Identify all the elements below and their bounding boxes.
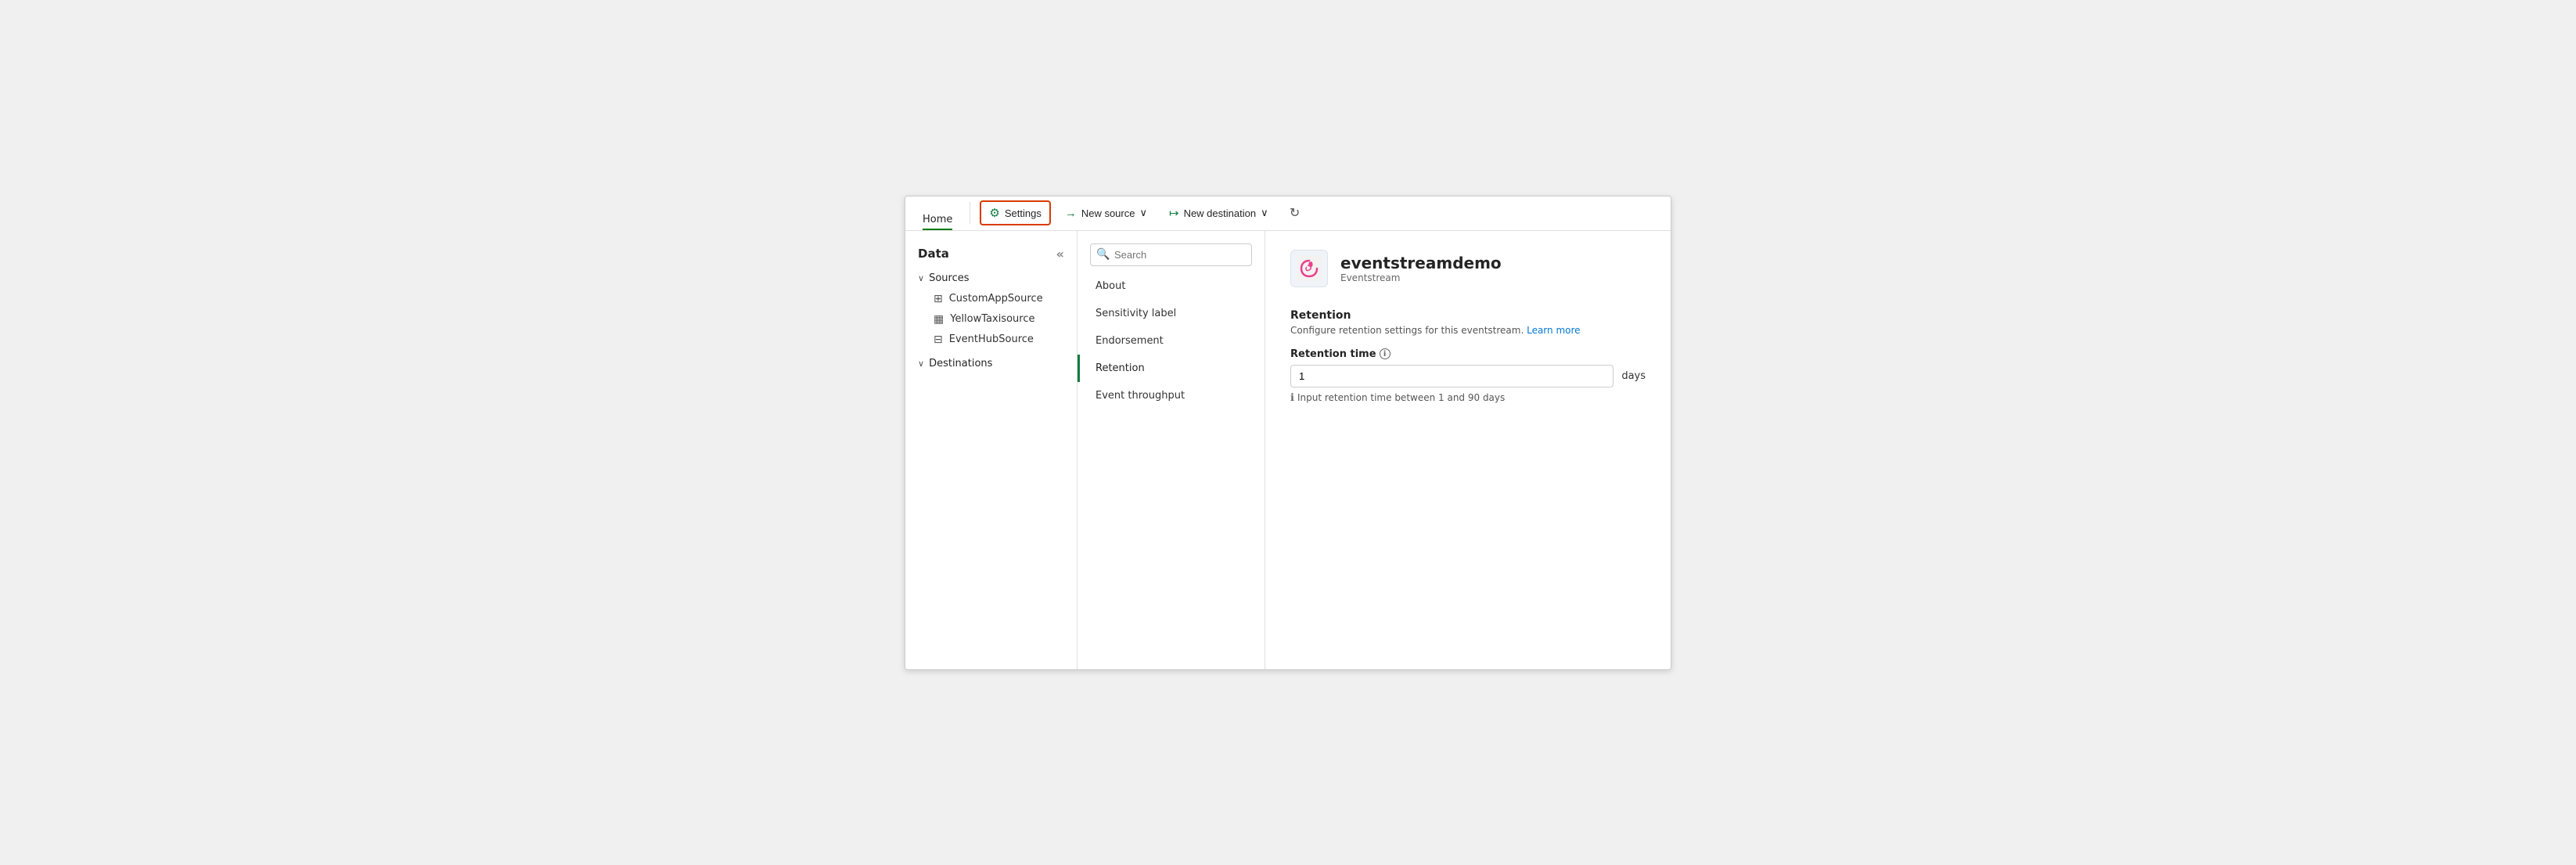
menu-item-about[interactable]: About xyxy=(1078,272,1265,300)
retention-input-row: days xyxy=(1290,365,1646,387)
top-nav: Home ⚙ Settings → New source ∨ ↦ New des… xyxy=(905,196,1671,231)
sidebar-collapse-icon[interactable]: « xyxy=(1056,247,1064,261)
yellowtaxi-label: YellowTaxisource xyxy=(950,313,1034,325)
new-destination-label: New destination xyxy=(1184,207,1257,219)
settings-section: Retention Configure retention settings f… xyxy=(1290,309,1646,404)
new-destination-icon: ↦ xyxy=(1169,206,1179,220)
info-icon[interactable]: i xyxy=(1380,348,1391,359)
app-name: eventstreamdemo xyxy=(1340,254,1502,272)
main-content: Data « ∨ Sources ⊞ CustomAppSource ▦ Yel… xyxy=(905,231,1671,669)
right-header: eventstreamdemo Eventstream xyxy=(1290,250,1646,287)
about-label: About xyxy=(1096,280,1125,292)
hint-message: Input retention time between 1 and 90 da… xyxy=(1297,392,1505,403)
sources-chevron: ∨ xyxy=(918,273,924,283)
refresh-icon: ↻ xyxy=(1290,205,1300,221)
hint-text: ℹ Input retention time between 1 and 90 … xyxy=(1290,392,1646,404)
days-label: days xyxy=(1621,370,1646,382)
sidebar-item-yellowtaxisource[interactable]: ▦ YellowTaxisource xyxy=(905,309,1077,330)
sidebar-item-eventhubsource[interactable]: ⊟ EventHubSource xyxy=(905,330,1077,350)
customapp-icon: ⊞ xyxy=(934,293,943,305)
sidebar-title: Data « xyxy=(905,240,1077,268)
main-window: Home ⚙ Settings → New source ∨ ↦ New des… xyxy=(905,196,1671,670)
retention-menu-label: Retention xyxy=(1096,362,1145,374)
hint-icon: ℹ xyxy=(1290,392,1294,404)
search-wrap: 🔍 xyxy=(1090,243,1252,266)
search-icon: 🔍 xyxy=(1096,248,1110,261)
right-panel: eventstreamdemo Eventstream Retention Co… xyxy=(1265,231,1671,669)
settings-label: Settings xyxy=(1005,207,1042,219)
home-tab-label: Home xyxy=(923,214,952,225)
sensitivity-label: Sensitivity label xyxy=(1096,308,1176,319)
settings-icon: ⚙ xyxy=(989,206,999,220)
retention-value-input[interactable] xyxy=(1290,365,1614,387)
new-destination-button[interactable]: ↦ New destination ∨ xyxy=(1161,202,1276,224)
home-tab[interactable]: Home xyxy=(915,196,960,230)
new-source-label: New source xyxy=(1081,207,1135,219)
menu-item-endorsement[interactable]: Endorsement xyxy=(1078,327,1265,355)
settings-button[interactable]: ⚙ Settings xyxy=(980,200,1050,225)
menu-item-event-throughput[interactable]: Event throughput xyxy=(1078,382,1265,409)
sources-group: ∨ Sources ⊞ CustomAppSource ▦ YellowTaxi… xyxy=(905,268,1077,350)
endorsement-label: Endorsement xyxy=(1096,335,1164,347)
sidebar-item-customappsource[interactable]: ⊞ CustomAppSource xyxy=(905,289,1077,309)
search-container: 🔍 xyxy=(1090,243,1252,266)
app-title: eventstreamdemo Eventstream xyxy=(1340,254,1502,283)
destinations-group-header[interactable]: ∨ Destinations xyxy=(905,353,1077,374)
refresh-button[interactable]: ↻ xyxy=(1283,200,1308,225)
destinations-group: ∨ Destinations xyxy=(905,353,1077,374)
app-icon xyxy=(1290,250,1328,287)
new-source-button[interactable]: → New source ∨ xyxy=(1057,203,1155,224)
customapp-label: CustomAppSource xyxy=(949,293,1043,305)
new-source-chevron: ∨ xyxy=(1139,207,1147,219)
eventhub-label: EventHubSource xyxy=(949,333,1034,345)
menu-item-sensitivity[interactable]: Sensitivity label xyxy=(1078,300,1265,327)
sources-group-header[interactable]: ∨ Sources xyxy=(905,268,1077,289)
new-source-icon: → xyxy=(1065,207,1077,220)
sources-group-label: Sources xyxy=(929,272,969,284)
retention-time-label: Retention time i xyxy=(1290,348,1646,360)
sidebar-data-label: Data xyxy=(918,247,949,261)
retention-section-description: Configure retention settings for this ev… xyxy=(1290,325,1646,336)
sidebar: Data « ∨ Sources ⊞ CustomAppSource ▦ Yel… xyxy=(905,231,1078,669)
learn-more-link[interactable]: Learn more xyxy=(1527,325,1580,336)
eventhub-icon: ⊟ xyxy=(934,333,943,346)
yellowtaxi-icon: ▦ xyxy=(934,313,944,326)
destinations-group-label: Destinations xyxy=(929,358,992,369)
menu-item-retention[interactable]: Retention xyxy=(1078,355,1265,382)
event-throughput-label: Event throughput xyxy=(1096,390,1185,402)
search-input[interactable] xyxy=(1090,243,1252,266)
app-type: Eventstream xyxy=(1340,272,1502,283)
new-destination-chevron: ∨ xyxy=(1261,207,1268,219)
center-panel: 🔍 About Sensitivity label Endorsement Re… xyxy=(1078,231,1265,669)
retention-section-title: Retention xyxy=(1290,309,1646,322)
destinations-chevron: ∨ xyxy=(918,359,924,369)
